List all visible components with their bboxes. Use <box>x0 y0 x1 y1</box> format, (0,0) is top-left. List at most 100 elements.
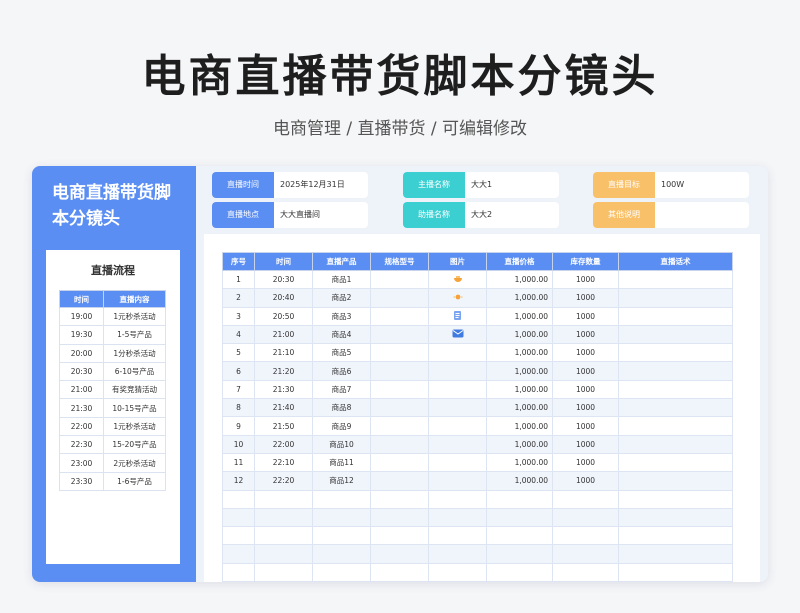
cell-product[interactable]: 商品10 <box>312 434 371 454</box>
flow-time[interactable]: 20:00 <box>59 343 104 363</box>
info-host-value[interactable]: 大大1 <box>465 172 559 198</box>
cell-spec[interactable] <box>370 471 429 491</box>
cell-no[interactable]: 6 <box>222 361 255 381</box>
cell-stock[interactable]: 1000 <box>552 398 619 418</box>
cell-product[interactable]: 商品8 <box>312 398 371 418</box>
flow-time[interactable]: 23:00 <box>59 453 104 473</box>
cell-empty[interactable] <box>370 526 429 546</box>
cell-no[interactable]: 10 <box>222 434 255 454</box>
cell-time[interactable]: 21:10 <box>254 343 313 363</box>
flow-content[interactable]: 1分秒杀活动 <box>103 343 166 363</box>
cell-no[interactable]: 8 <box>222 398 255 418</box>
cell-empty[interactable] <box>552 544 619 564</box>
cell-empty[interactable] <box>222 562 255 582</box>
cell-no[interactable]: 5 <box>222 343 255 363</box>
cell-empty[interactable] <box>428 489 487 509</box>
cell-price[interactable]: 1,000.00 <box>486 398 553 418</box>
cell-empty[interactable] <box>618 562 733 582</box>
cell-price[interactable]: 1,000.00 <box>486 324 553 345</box>
cell-product[interactable]: 商品4 <box>312 324 371 345</box>
cell-no[interactable]: 9 <box>222 416 255 436</box>
cell-time[interactable]: 21:00 <box>254 324 313 345</box>
cell-stock[interactable]: 1000 <box>552 452 619 473</box>
flow-content[interactable]: 有奖竞猜活动 <box>103 380 166 400</box>
cell-time[interactable]: 20:40 <box>254 288 313 308</box>
cell-price[interactable]: 1,000.00 <box>486 361 553 381</box>
cell-time[interactable]: 21:50 <box>254 416 313 436</box>
info-place-value[interactable]: 大大直播间 <box>274 202 368 228</box>
cell-image[interactable] <box>428 324 487 345</box>
cell-script[interactable] <box>618 306 733 326</box>
cell-image[interactable] <box>428 416 487 436</box>
cell-spec[interactable] <box>370 306 429 326</box>
cell-stock[interactable]: 1000 <box>552 471 619 491</box>
flow-content[interactable]: 2元秒杀活动 <box>103 453 166 473</box>
cell-product[interactable]: 商品9 <box>312 416 371 436</box>
cell-empty[interactable] <box>254 562 313 582</box>
cell-empty[interactable] <box>312 507 371 528</box>
cell-stock[interactable]: 1000 <box>552 379 619 400</box>
flow-content[interactable]: 15-20号产品 <box>103 435 166 455</box>
cell-stock[interactable]: 1000 <box>552 343 619 363</box>
cell-empty[interactable] <box>222 507 255 528</box>
cell-empty[interactable] <box>618 489 733 509</box>
cell-image[interactable] <box>428 434 487 454</box>
cell-price[interactable]: 1,000.00 <box>486 269 553 290</box>
cell-no[interactable]: 11 <box>222 452 255 473</box>
flow-time[interactable]: 19:30 <box>59 325 104 345</box>
info-time-value[interactable]: 2025年12月31日 <box>274 172 368 198</box>
cell-stock[interactable]: 1000 <box>552 324 619 345</box>
cell-empty[interactable] <box>486 544 553 564</box>
cell-image[interactable] <box>428 343 487 363</box>
cell-empty[interactable] <box>312 526 371 546</box>
cell-no[interactable]: 1 <box>222 269 255 290</box>
cell-image[interactable] <box>428 452 487 473</box>
cell-empty[interactable] <box>254 507 313 528</box>
cell-script[interactable] <box>618 343 733 363</box>
cell-time[interactable]: 22:00 <box>254 434 313 454</box>
cell-spec[interactable] <box>370 398 429 418</box>
cell-script[interactable] <box>618 398 733 418</box>
cell-empty[interactable] <box>312 489 371 509</box>
cell-image[interactable] <box>428 471 487 491</box>
cell-stock[interactable]: 1000 <box>552 269 619 290</box>
cell-price[interactable]: 1,000.00 <box>486 471 553 491</box>
cell-empty[interactable] <box>428 562 487 582</box>
cell-empty[interactable] <box>552 507 619 528</box>
cell-image[interactable] <box>428 269 487 290</box>
cell-script[interactable] <box>618 452 733 473</box>
cell-product[interactable]: 商品3 <box>312 306 371 326</box>
cell-script[interactable] <box>618 379 733 400</box>
cell-spec[interactable] <box>370 269 429 290</box>
cell-spec[interactable] <box>370 343 429 363</box>
cell-price[interactable]: 1,000.00 <box>486 343 553 363</box>
info-assistant-value[interactable]: 大大2 <box>465 202 559 228</box>
cell-empty[interactable] <box>552 526 619 546</box>
cell-spec[interactable] <box>370 434 429 454</box>
cell-spec[interactable] <box>370 379 429 400</box>
flow-time[interactable]: 22:30 <box>59 435 104 455</box>
cell-script[interactable] <box>618 434 733 454</box>
cell-script[interactable] <box>618 416 733 436</box>
cell-no[interactable]: 12 <box>222 471 255 491</box>
info-other-value[interactable] <box>655 202 749 228</box>
cell-empty[interactable] <box>370 562 429 582</box>
flow-content[interactable]: 1-6号产品 <box>103 471 166 491</box>
cell-time[interactable]: 20:50 <box>254 306 313 326</box>
cell-empty[interactable] <box>486 526 553 546</box>
cell-empty[interactable] <box>222 526 255 546</box>
cell-empty[interactable] <box>254 526 313 546</box>
cell-empty[interactable] <box>486 507 553 528</box>
cell-price[interactable]: 1,000.00 <box>486 379 553 400</box>
flow-content[interactable]: 1元秒杀活动 <box>103 306 166 327</box>
cell-image[interactable] <box>428 361 487 381</box>
cell-time[interactable]: 20:30 <box>254 269 313 290</box>
cell-empty[interactable] <box>254 489 313 509</box>
cell-time[interactable]: 21:30 <box>254 379 313 400</box>
cell-image[interactable] <box>428 379 487 400</box>
cell-spec[interactable] <box>370 288 429 308</box>
cell-empty[interactable] <box>370 544 429 564</box>
cell-price[interactable]: 1,000.00 <box>486 288 553 308</box>
cell-price[interactable]: 1,000.00 <box>486 306 553 326</box>
cell-empty[interactable] <box>618 526 733 546</box>
